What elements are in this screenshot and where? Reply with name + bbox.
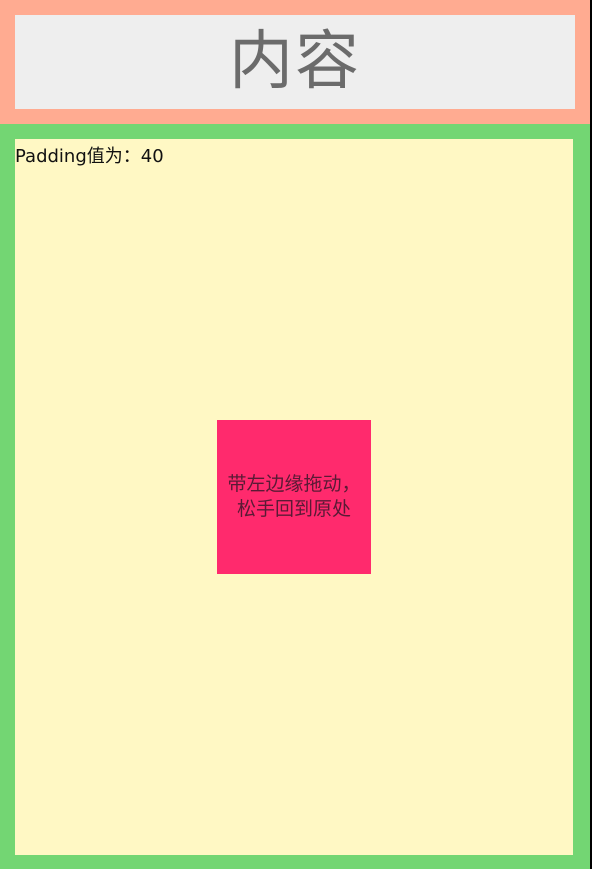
app-screen: 内容 Padding值为：40 带左边缘拖动，松手回到原处	[0, 0, 592, 869]
drag-area: Padding值为：40 带左边缘拖动，松手回到原处	[15, 139, 573, 855]
drag-container-frame: Padding值为：40 带左边缘拖动，松手回到原处	[0, 124, 590, 869]
draggable-box-label: 带左边缘拖动，松手回到原处	[227, 473, 361, 520]
header-frame: 内容	[0, 0, 590, 124]
padding-label: Padding值为：40	[15, 146, 164, 167]
header-content: 内容	[15, 15, 575, 109]
draggable-box[interactable]: 带左边缘拖动，松手回到原处	[217, 420, 371, 574]
header-title: 内容	[229, 25, 361, 99]
